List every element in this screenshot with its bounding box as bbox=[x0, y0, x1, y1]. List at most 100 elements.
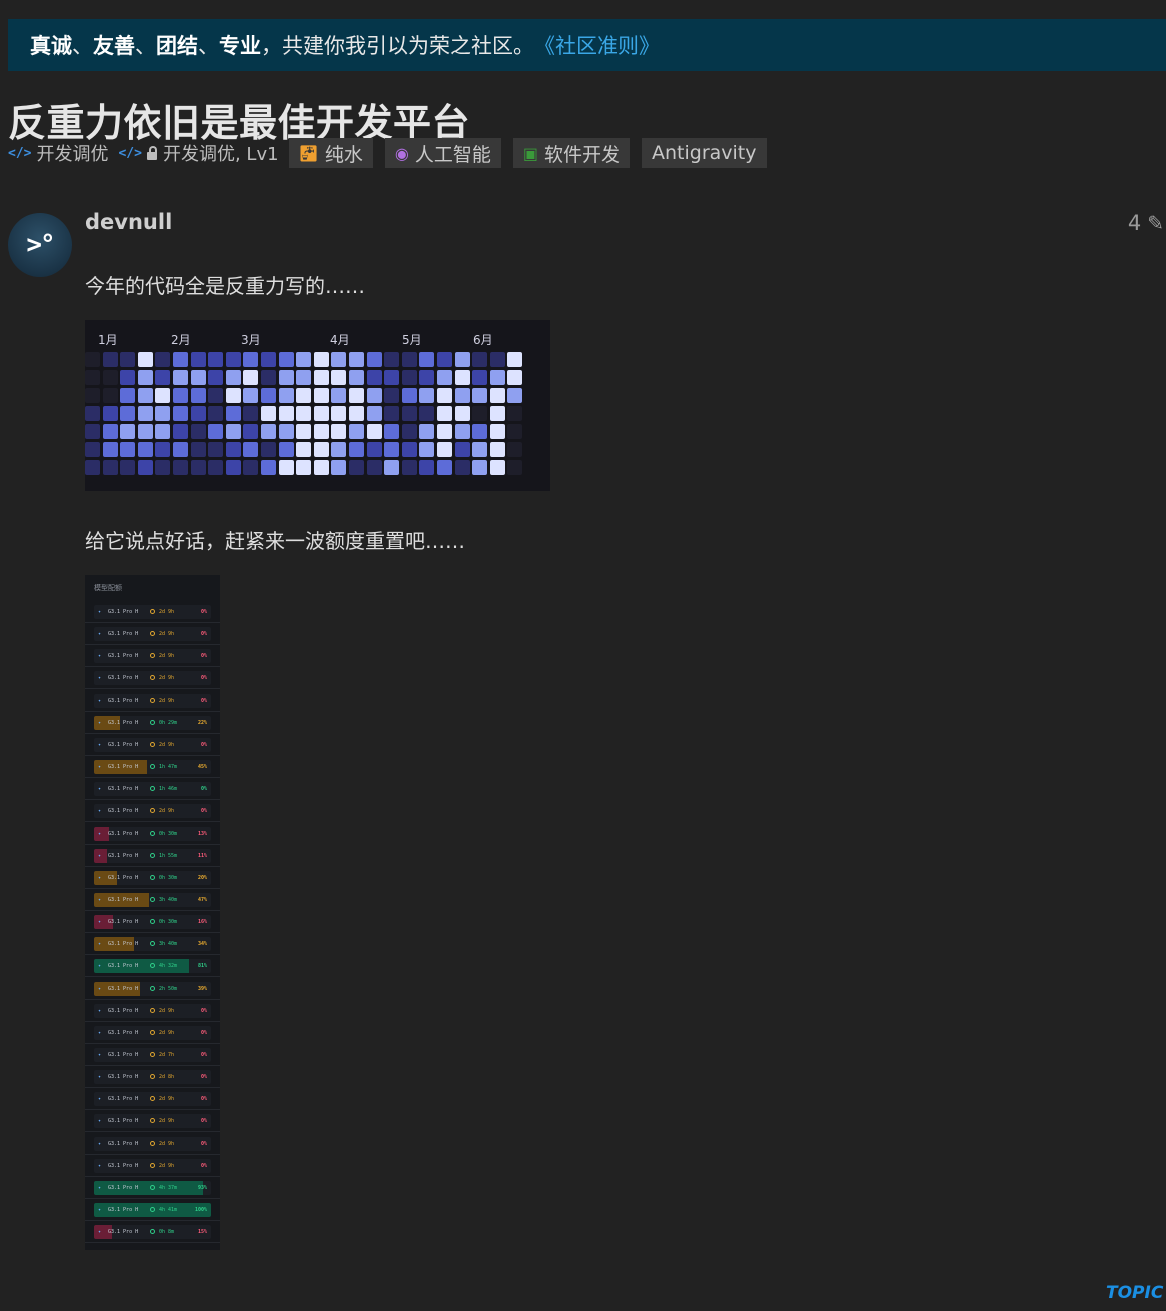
contribution-heatmap-image[interactable]: 1月 2月 3月 4月 5月 6月 bbox=[85, 320, 550, 491]
quota-row: ✦ G3.1 Pro H 2d 9h 0% bbox=[85, 1088, 220, 1111]
clock-icon bbox=[150, 675, 155, 681]
quota-row-content: ✦ G3.1 Pro H 2d 9h 0% bbox=[94, 694, 211, 708]
heatmap-cell bbox=[243, 370, 259, 385]
heatmap-cell bbox=[225, 370, 241, 385]
quota-percent: 93% bbox=[197, 1184, 207, 1191]
heatmap-month-label: 3月 bbox=[241, 333, 261, 347]
heatmap-cell bbox=[454, 424, 470, 439]
post-edit-history[interactable]: 4 ✎ bbox=[1128, 211, 1164, 235]
heatmap-cell bbox=[190, 442, 206, 457]
heatmap-cell bbox=[225, 388, 241, 403]
heatmap-cell bbox=[155, 424, 171, 439]
category-link-dev[interactable]: </> 开发调优 bbox=[8, 140, 108, 166]
quota-model-name: G3.1 Pro H bbox=[108, 941, 139, 948]
heatmap-cell bbox=[120, 406, 136, 421]
quota-percent: 0% bbox=[200, 1052, 207, 1058]
post-username[interactable]: devnull bbox=[85, 210, 172, 234]
heatmap-cell bbox=[208, 442, 224, 457]
clock-icon bbox=[150, 764, 155, 770]
heatmap-cell bbox=[102, 460, 118, 475]
heatmap-cell bbox=[507, 460, 523, 475]
heatmap-cell bbox=[243, 352, 259, 367]
clock-icon bbox=[150, 919, 155, 925]
clock-icon bbox=[150, 741, 155, 747]
quota-row: ✦ G3.1 Pro H 2d 9h 0% bbox=[85, 800, 220, 823]
tag-pure-water[interactable]: 🚰︎ 纯水 bbox=[288, 138, 373, 168]
sparkle-icon: ✦ bbox=[98, 764, 102, 771]
heatmap-cell bbox=[313, 424, 329, 439]
heatmap-cell bbox=[419, 352, 435, 367]
heatmap-cell bbox=[489, 388, 505, 403]
heatmap-cell bbox=[120, 424, 136, 439]
category-link-dev-lv1[interactable]: </> 开发调优, Lv1 bbox=[118, 140, 278, 166]
tag-software-dev[interactable]: ▣ 软件开发 bbox=[512, 138, 630, 168]
clock-icon bbox=[150, 941, 155, 947]
code-icon: </> bbox=[118, 145, 142, 161]
quota-model-name: G3.1 Pro H bbox=[108, 1162, 139, 1169]
heatmap-cell bbox=[155, 388, 171, 403]
heatmap-cell bbox=[243, 442, 259, 457]
heatmap-cell bbox=[102, 442, 118, 457]
sparkle-icon: ✦ bbox=[98, 1229, 102, 1236]
clock-icon bbox=[150, 1207, 155, 1213]
quota-header: 模型配额 bbox=[94, 584, 122, 592]
sparkle-icon: ✦ bbox=[98, 1184, 102, 1191]
quota-percent: 0% bbox=[200, 697, 207, 704]
heatmap-cell bbox=[296, 352, 312, 367]
quota-percent: 0% bbox=[200, 1140, 207, 1147]
heatmap-cell bbox=[507, 388, 523, 403]
heatmap-cell bbox=[349, 352, 364, 367]
quota-percent: 13% bbox=[197, 830, 207, 837]
clock-icon bbox=[150, 719, 155, 725]
heatmap-cell bbox=[102, 352, 118, 367]
sparkle-icon: ✦ bbox=[98, 719, 102, 726]
quota-row: ✦ G3.1 Pro H 2h 50m 39% bbox=[85, 978, 220, 1000]
heatmap-cell bbox=[120, 352, 136, 367]
quota-percent: 81% bbox=[197, 963, 207, 970]
heatmap-cell bbox=[296, 406, 312, 421]
heatmap-cell bbox=[331, 442, 347, 457]
quota-reset-time: 1h 46m bbox=[159, 786, 178, 793]
quota-model-name: G3.1 Pro H bbox=[108, 786, 139, 793]
tag-antigravity[interactable]: Antigravity bbox=[642, 138, 767, 168]
quota-percent: 0% bbox=[200, 808, 207, 815]
heatmap-cell bbox=[243, 460, 259, 475]
quota-model-name: G3.1 Pro H bbox=[108, 631, 139, 638]
quota-percent: 16% bbox=[197, 919, 207, 926]
heatmap-cell bbox=[155, 370, 171, 385]
avatar[interactable]: >° bbox=[8, 213, 72, 277]
quota-reset-time: 2d 9h bbox=[159, 653, 175, 660]
community-guidelines-link[interactable]: 《社区准则》 bbox=[534, 30, 660, 60]
quota-percent: 0% bbox=[200, 609, 207, 615]
topic-footer-label[interactable]: TOPIC bbox=[1106, 1283, 1163, 1303]
quota-model-name: G3.1 Pro H bbox=[108, 1140, 139, 1147]
quota-percent: 0% bbox=[200, 1096, 207, 1103]
heatmap-cell bbox=[190, 388, 206, 403]
quota-model-name: G3.1 Pro H bbox=[108, 808, 139, 815]
clock-icon bbox=[150, 874, 155, 880]
quota-model-name: G3.1 Pro H bbox=[108, 1229, 139, 1236]
quota-model-name: G3.1 Pro H bbox=[108, 874, 139, 881]
avatar-glyph: >° bbox=[26, 230, 55, 260]
banner-word-united: 团结 bbox=[156, 34, 198, 58]
heatmap-cell bbox=[489, 442, 505, 457]
clock-icon bbox=[150, 786, 155, 792]
heatmap-cell bbox=[384, 388, 400, 403]
model-quota-image[interactable]: 模型配额 ✦ G3.1 Pro H 2d 9h 0% ✦ G3.1 Pro H 2d 9h 0… bbox=[85, 575, 220, 1250]
quota-row-content: ✦ G3.1 Pro H 0h 30m 16% bbox=[94, 915, 211, 929]
clock-icon bbox=[150, 1140, 155, 1146]
sparkle-icon: ✦ bbox=[98, 919, 102, 926]
clock-icon bbox=[150, 1162, 155, 1168]
code-icon: </> bbox=[8, 145, 32, 161]
heatmap-cell bbox=[278, 352, 294, 367]
clock-icon bbox=[150, 1229, 155, 1235]
sparkle-icon: ✦ bbox=[98, 631, 102, 638]
heatmap-cell bbox=[472, 460, 488, 475]
heatmap-cell bbox=[437, 442, 452, 457]
tag-ai[interactable]: ◉ 人工智能 bbox=[384, 138, 501, 168]
sparkle-icon: ✦ bbox=[98, 1140, 102, 1147]
heatmap-cell bbox=[208, 406, 224, 421]
heatmap-cell bbox=[472, 424, 488, 439]
quota-reset-time: 0h 30m bbox=[159, 830, 178, 837]
clock-icon bbox=[150, 896, 155, 902]
